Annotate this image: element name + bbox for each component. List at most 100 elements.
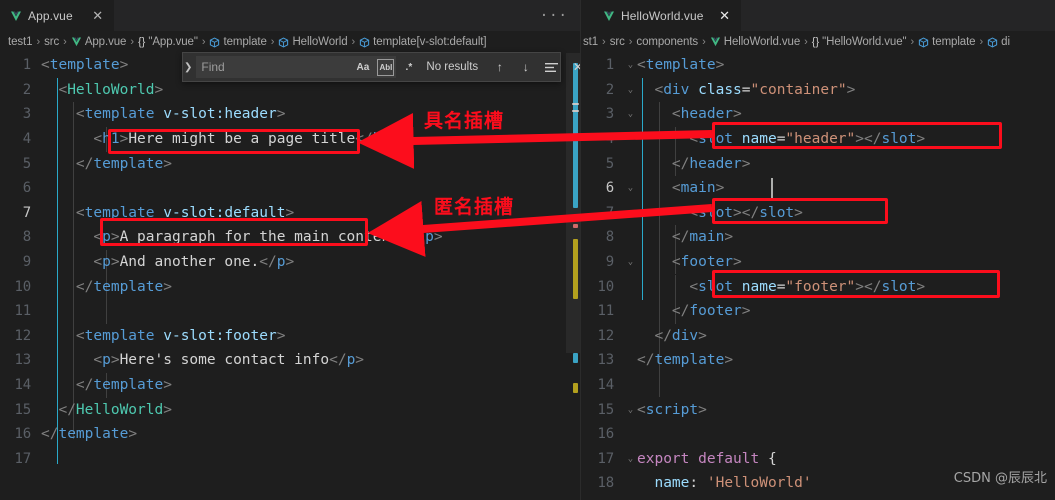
token: name <box>741 131 777 148</box>
line-number: 3 <box>22 106 31 123</box>
line-number: 3 <box>605 106 614 123</box>
code-line[interactable]: 8 </main> <box>581 225 1055 250</box>
line-number: 7 <box>605 204 614 221</box>
code-line[interactable]: 15 </HelloWorld> <box>0 397 580 422</box>
code-line[interactable]: 3 <template v-slot:header> <box>0 102 580 127</box>
code-line[interactable]: 16 <box>581 422 1055 447</box>
breadcrumb-item[interactable]: App.vue <box>71 36 126 48</box>
breadcrumb-item[interactable]: components <box>636 36 698 48</box>
code-line[interactable]: 19} <box>581 496 1055 500</box>
close-icon[interactable]: ✕ <box>718 9 732 23</box>
fold-chevron-icon[interactable]: ⌄ <box>624 85 637 95</box>
ellipsis-icon[interactable]: ··· <box>540 9 568 23</box>
token: </ <box>329 352 347 369</box>
breadcrumb-item[interactable]: {} "HelloWorld.vue" <box>812 36 907 48</box>
code-line[interactable]: 7 <template v-slot:default> <box>0 201 580 226</box>
token: > <box>916 131 926 148</box>
code-editor-right[interactable]: 1 ⌄ <template> 2 ⌄ <div class="container"> 3 ⌄… <box>581 53 1055 500</box>
code-line[interactable]: 1 ⌄ <template> <box>581 53 1055 78</box>
code-line[interactable]: 14 </template> <box>0 373 580 398</box>
code-line[interactable]: 16 </template> <box>0 422 580 447</box>
code-line[interactable]: 5 </header> <box>581 151 1055 176</box>
close-icon[interactable]: ✕ <box>570 60 580 75</box>
code-line[interactable]: 2 ⌄ <div class="container"> <box>581 78 1055 103</box>
token: p <box>425 229 434 246</box>
token: </ <box>355 131 373 148</box>
code-line[interactable]: 5 </template> <box>0 151 580 176</box>
code-line[interactable]: 4 <h1>Here might be a page title</h1> <box>0 127 580 152</box>
breadcrumb-item[interactable]: di <box>987 36 1010 48</box>
token: </ <box>637 229 690 246</box>
code-line[interactable]: 6 <box>0 176 580 201</box>
code-line[interactable]: 4 <slot name="header"></slot> <box>581 127 1055 152</box>
code-line[interactable]: 12 <template v-slot:footer> <box>0 324 580 349</box>
token: footer <box>680 254 734 271</box>
breadcrumb-item[interactable]: template[v-slot:default] <box>359 36 487 48</box>
fold-chevron-icon[interactable]: ⌄ <box>624 60 637 70</box>
code-line[interactable]: 11 </footer> <box>581 299 1055 324</box>
code-line[interactable]: 8 <p>A paragraph for the main content.</… <box>0 225 580 250</box>
breadcrumb-item[interactable]: {} "App.vue" <box>138 36 198 48</box>
text-cursor <box>771 178 773 198</box>
token: export default <box>637 450 760 467</box>
token: </ <box>637 352 655 369</box>
code-line[interactable]: 13 <p>Here's some contact info</p> <box>0 348 580 373</box>
breadcrumb-item[interactable]: HelloWorld <box>278 36 348 48</box>
fold-chevron-icon[interactable]: ⌄ <box>624 257 637 267</box>
find-in-selection-icon[interactable] <box>544 60 559 75</box>
code-line[interactable]: 14 <box>581 373 1055 398</box>
code-line[interactable]: 11 <box>0 299 580 324</box>
token: A paragraph for the main content. <box>119 229 408 246</box>
whole-word-icon[interactable]: Abl <box>377 58 395 76</box>
breadcrumb-item[interactable]: src <box>44 36 59 48</box>
breadcrumb-item[interactable]: test1 <box>8 36 33 48</box>
breadcrumb-label: "App.vue" <box>148 36 198 48</box>
fold-chevron-icon[interactable]: ⌄ <box>624 183 637 193</box>
code-line[interactable]: 13 </template> <box>581 348 1055 373</box>
fold-chevron-icon[interactable]: ⌄ <box>624 454 637 464</box>
line-number: 13 <box>597 352 615 369</box>
code-line[interactable]: 3 ⌄ <header> <box>581 102 1055 127</box>
fold-chevron-icon[interactable]: ⌄ <box>624 405 637 415</box>
breadcrumb-item[interactable]: template <box>918 36 976 48</box>
token: template <box>93 278 164 295</box>
find-nav: ↑ ↓ ✕ <box>492 60 580 75</box>
ruler-mark-info <box>573 353 578 363</box>
line-number: 2 <box>22 81 31 98</box>
regex-icon[interactable]: .* <box>400 59 417 76</box>
line-number: 6 <box>22 180 31 197</box>
code-text: </template> <box>637 352 733 368</box>
arrow-down-icon[interactable]: ↓ <box>518 60 533 75</box>
code-line[interactable]: 17 <box>0 447 580 472</box>
code-text: <h1>Here might be a page title</h1> <box>41 131 399 147</box>
code-line[interactable]: 15 ⌄ <script> <box>581 397 1055 422</box>
tab-app-vue[interactable]: App.vue ✕ <box>0 0 114 31</box>
breadcrumb-separator: › <box>36 36 41 48</box>
code-line[interactable]: 12 </div> <box>581 324 1055 349</box>
code-line[interactable]: 10 </template> <box>0 274 580 299</box>
breadcrumb-label: HelloWorld.vue <box>723 36 801 48</box>
token: Here's some contact info <box>119 352 330 369</box>
code-line[interactable]: 6 ⌄ <main> <box>581 176 1055 201</box>
find-widget[interactable]: ❯ Find Aa Abl .* No results ↑ ↓ ✕ <box>182 52 580 82</box>
code-rows-left: 1 <template> 2 <HelloWorld> 3 <template v-s… <box>0 53 580 471</box>
fold-chevron-icon[interactable]: ⌄ <box>624 109 637 119</box>
code-line[interactable]: 7 <slot></slot> <box>581 201 1055 226</box>
tab-helloworld-vue[interactable]: HelloWorld.vue ✕ <box>581 0 741 31</box>
token: < <box>41 204 85 221</box>
close-icon[interactable]: ✕ <box>91 9 105 23</box>
code-line[interactable]: 10 <slot name="footer"></slot> <box>581 274 1055 299</box>
code-line[interactable]: 9 <p>And another one.</p> <box>0 250 580 275</box>
breadcrumb-item[interactable]: template <box>209 36 267 48</box>
breadcrumb-item[interactable]: st1 <box>583 36 598 48</box>
code-editor-left[interactable]: 1 <template> 2 <HelloWorld> 3 <template v-s… <box>0 53 580 500</box>
token: template <box>84 106 155 123</box>
breadcrumb-item[interactable]: src <box>610 36 625 48</box>
code-line[interactable]: 9 ⌄ <footer> <box>581 250 1055 275</box>
match-case-icon[interactable]: Aa <box>354 59 371 76</box>
chevron-right-icon[interactable]: ❯ <box>184 62 192 73</box>
breadcrumb-item[interactable]: HelloWorld.vue <box>710 36 800 48</box>
arrow-up-icon[interactable]: ↑ <box>492 60 507 75</box>
overview-ruler-left[interactable] <box>566 53 580 500</box>
token: > <box>128 426 138 443</box>
